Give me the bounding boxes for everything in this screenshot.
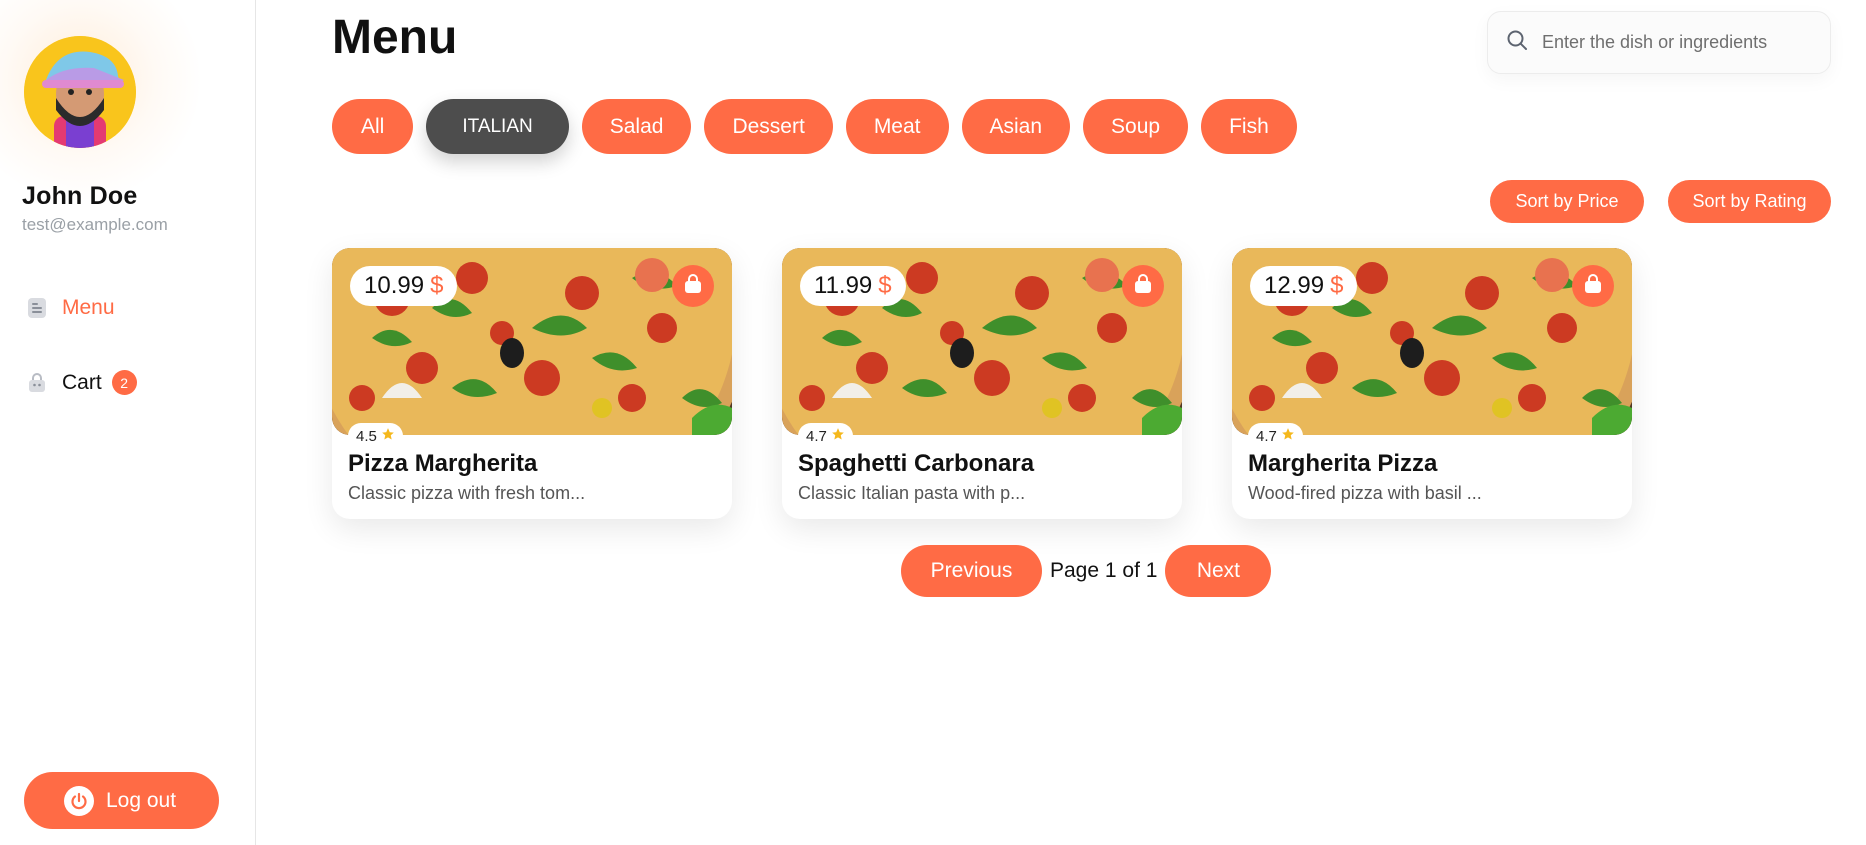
shopping-bag-icon: [1132, 273, 1154, 300]
price-value: 12.99: [1264, 272, 1325, 299]
price-badge: 10.99 $: [350, 266, 458, 306]
page-title: Menu: [332, 11, 458, 64]
category-dessert[interactable]: Dessert: [704, 99, 833, 154]
menu-doc-icon: [26, 297, 48, 319]
shopping-bag-icon: [26, 372, 48, 394]
price-badge: 12.99 $: [1250, 266, 1358, 306]
category-fish[interactable]: Fish: [1201, 99, 1297, 154]
shopping-bag-icon: [1582, 273, 1604, 300]
price-currency: $: [1330, 272, 1344, 299]
category-all[interactable]: All: [332, 99, 414, 154]
search-input[interactable]: [1542, 32, 1812, 53]
price-currency: $: [878, 272, 892, 299]
category-asian[interactable]: Asian: [961, 99, 1071, 154]
user-name: John Doe: [22, 182, 138, 210]
logout-label: Log out: [106, 788, 177, 812]
product-description: Classic Italian pasta with p...: [798, 483, 1026, 503]
price-badge: 11.99 $: [800, 266, 906, 306]
rating-value: 4.7: [1256, 427, 1277, 445]
star-icon: [831, 427, 845, 445]
product-image: 11.99 $: [782, 248, 1182, 435]
sidebar-item-cart[interactable]: Cart 2: [26, 370, 137, 395]
rating-value: 4.7: [806, 427, 827, 445]
rating-badge: 4.7: [798, 423, 853, 449]
rating-badge: 4.5: [348, 423, 403, 449]
product-title: Spaghetti Carbonara: [798, 450, 1035, 477]
sidebar-item-label: Menu: [62, 296, 115, 319]
star-icon: [1281, 427, 1295, 445]
category-italian[interactable]: ITALIAN: [426, 99, 569, 154]
sort-by-rating-button[interactable]: Sort by Rating: [1668, 180, 1831, 223]
price-value: 11.99: [814, 272, 873, 299]
product-description: Wood-fired pizza with basil ...: [1248, 483, 1482, 503]
next-page-button[interactable]: Next: [1165, 545, 1272, 597]
sidebar: John Doe test@example.com Menu Cart 2 Lo…: [0, 0, 256, 845]
product-description: Classic pizza with fresh tom...: [348, 483, 586, 503]
search-icon: [1506, 29, 1528, 56]
product-card[interactable]: 12.99 $ 4.7 Margherita Pizza Wood-fired …: [1232, 248, 1632, 519]
power-icon: [64, 785, 94, 816]
cart-count-badge: 2: [111, 370, 137, 395]
price-currency: $: [430, 272, 444, 299]
product-card[interactable]: 10.99 $ 4.5 Pizza Margherita Classic piz…: [332, 248, 732, 519]
category-meat[interactable]: Meat: [845, 99, 949, 154]
sort-by-price-button[interactable]: Sort by Price: [1490, 180, 1644, 223]
add-to-cart-button[interactable]: [1122, 265, 1164, 307]
star-icon: [381, 427, 395, 445]
category-salad[interactable]: Salad: [581, 99, 692, 154]
product-image: 12.99 $: [1232, 248, 1632, 435]
category-filter-bar: All ITALIAN Salad Dessert Meat Asian Sou…: [332, 99, 1297, 154]
sidebar-item-label: Cart: [62, 370, 102, 394]
previous-page-button[interactable]: Previous: [901, 545, 1042, 597]
product-card[interactable]: 11.99 $ 4.7 Spaghetti Carbonara Classic …: [782, 248, 1182, 519]
avatar: [24, 36, 136, 148]
product-title: Margherita Pizza: [1248, 450, 1438, 477]
product-title: Pizza Margherita: [348, 450, 538, 477]
shopping-bag-icon: [682, 273, 704, 300]
add-to-cart-button[interactable]: [1572, 265, 1614, 307]
page-indicator: Page 1 of 1: [1050, 559, 1158, 582]
rating-value: 4.5: [356, 427, 377, 445]
product-image: 10.99 $: [332, 248, 732, 435]
logout-button[interactable]: Log out: [24, 772, 219, 829]
user-email: test@example.com: [22, 215, 168, 234]
add-to-cart-button[interactable]: [672, 265, 714, 307]
rating-badge: 4.7: [1248, 423, 1303, 449]
price-value: 10.99: [364, 272, 425, 299]
sidebar-item-menu[interactable]: Menu: [26, 296, 115, 320]
category-soup[interactable]: Soup: [1083, 99, 1189, 154]
search-box[interactable]: [1487, 11, 1831, 74]
pagination: Previous Page 1 of 1 Next: [901, 545, 1272, 597]
